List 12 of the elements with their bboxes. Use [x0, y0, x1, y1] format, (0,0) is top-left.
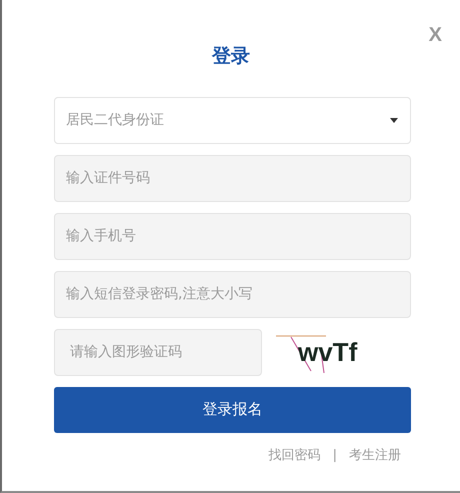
forgot-password-link[interactable]: 找回密码 [268, 446, 321, 465]
close-button[interactable]: X [428, 20, 442, 50]
dialog-title: 登录 [212, 44, 250, 69]
caret-icon [390, 118, 398, 122]
submit-button[interactable]: 登录报名 [54, 386, 411, 432]
separator: | [332, 446, 337, 464]
input-field[interactable]: 输入手机号 [54, 212, 411, 260]
input-field[interactable]: 输入短信登录密码,注意大小写 [54, 270, 411, 318]
id-type-select[interactable]: 居民二代身份证 [54, 96, 411, 144]
captcha-field[interactable]: 请输入图形验证码 [54, 328, 262, 376]
input-field[interactable]: 输入证件号码 [54, 154, 411, 202]
register-link[interactable]: 考生注册 [349, 446, 401, 465]
